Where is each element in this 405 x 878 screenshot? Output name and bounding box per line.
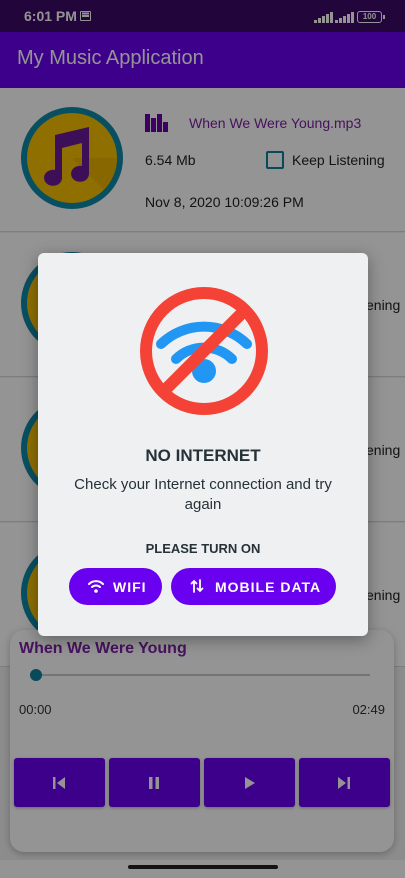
dialog-prompt: PLEASE TURN ON xyxy=(145,541,261,556)
dialog-message: Check your Internet connection and try a… xyxy=(74,476,332,513)
no-wifi-icon xyxy=(140,287,268,415)
wifi-button-label: WIFI xyxy=(113,579,147,595)
swap-vertical-icon xyxy=(190,579,204,593)
wifi-icon xyxy=(88,580,104,593)
wifi-button[interactable]: WIFI xyxy=(69,568,162,605)
mobile-data-button-label: MOBILE DATA xyxy=(215,579,322,595)
dialog-title: NO INTERNET xyxy=(145,446,261,465)
no-internet-dialog: NO INTERNET Check your Internet connecti… xyxy=(38,253,368,636)
mobile-data-button[interactable]: MOBILE DATA xyxy=(171,568,336,605)
